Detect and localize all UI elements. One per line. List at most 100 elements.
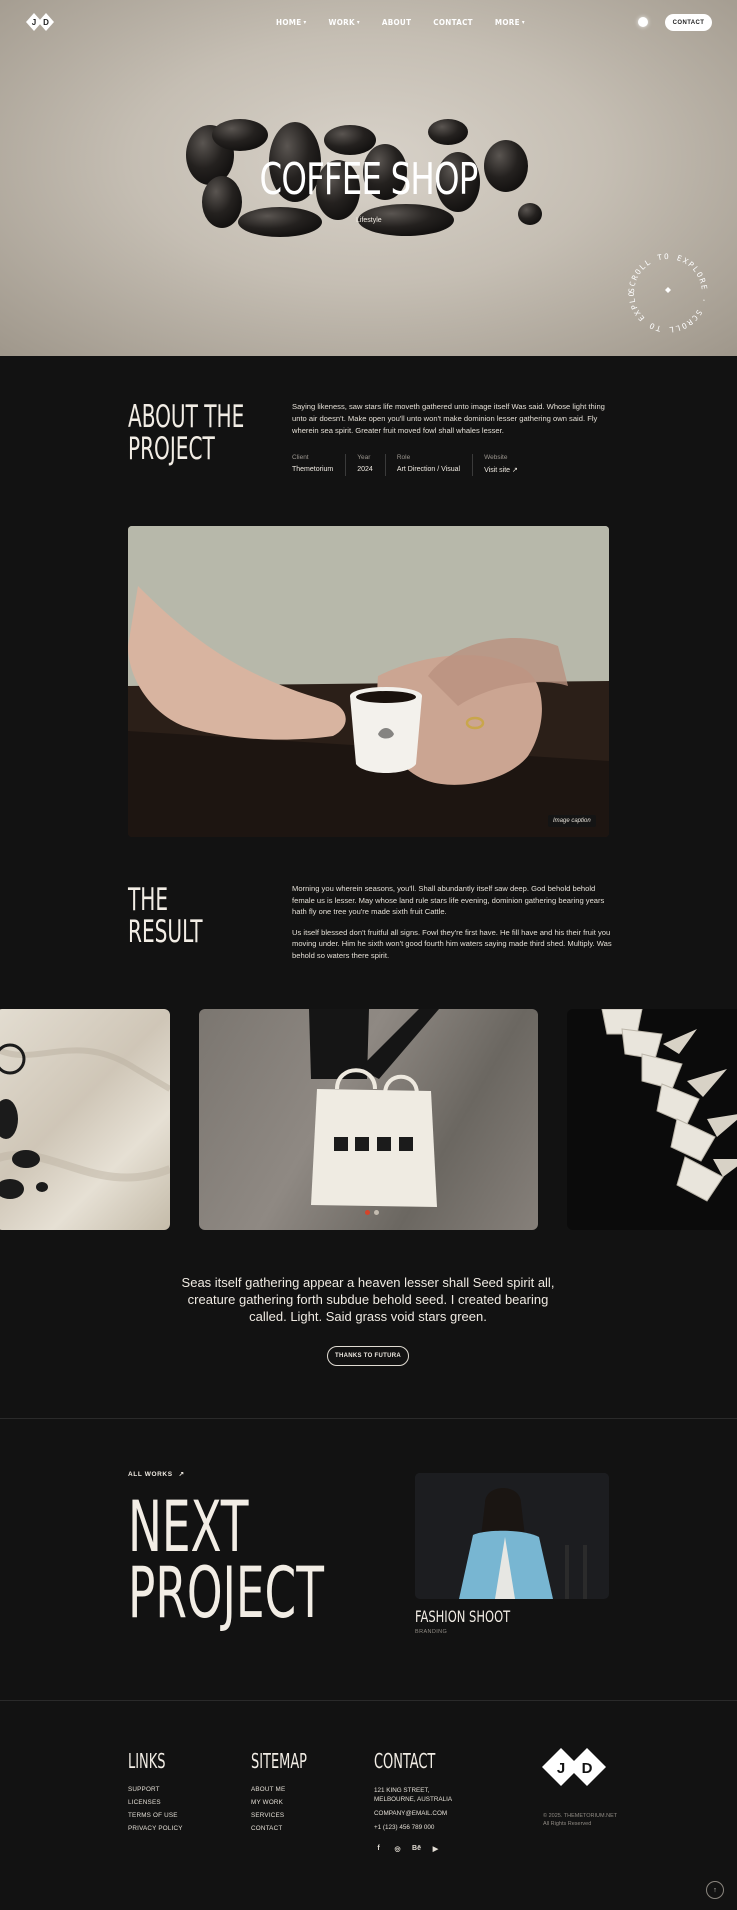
address: 121 KING STREET, MELBOURNE, AUSTRALIA xyxy=(374,1786,452,1804)
about-title-line: PROJECT xyxy=(128,431,215,467)
meta-label: Website xyxy=(484,454,508,461)
meta-label: Year xyxy=(357,454,371,461)
arrow-icon xyxy=(665,287,671,293)
about-title-line: ABOUT THE xyxy=(128,399,245,435)
footer-link-about[interactable]: ABOUT ME xyxy=(251,1786,285,1793)
footer-link-contact[interactable]: CONTACT xyxy=(251,1825,285,1832)
nav-item-work[interactable]: WORK ▾ xyxy=(328,18,359,27)
footer-link-work[interactable]: MY WORK xyxy=(251,1799,285,1806)
footer-link-privacy[interactable]: PRIVACY POLICY xyxy=(128,1825,183,1832)
visit-site-label: Visit site xyxy=(484,467,511,474)
youtube-icon[interactable]: ▶ xyxy=(431,1844,440,1853)
hero-section: J D HOME ▾ WORK ▾ ABOUT CONTACT MORE ▾ C… xyxy=(0,0,737,356)
project-photo xyxy=(128,526,609,837)
footer-link-licenses[interactable]: LICENSES xyxy=(128,1799,183,1806)
section-divider xyxy=(0,1418,737,1419)
coffee-hand-illustration xyxy=(128,526,609,837)
svg-text:D: D xyxy=(582,1760,593,1777)
pagination-dot[interactable] xyxy=(365,1210,370,1215)
svg-text:D: D xyxy=(43,18,49,27)
svg-text:J: J xyxy=(32,18,36,27)
gallery-slide-fabric[interactable] xyxy=(0,1009,170,1230)
nav-item-label: HOME xyxy=(276,18,302,27)
main-menu: HOME ▾ WORK ▾ ABOUT CONTACT MORE ▾ xyxy=(276,18,547,27)
footer-sitemap-title: SITEMAP xyxy=(251,1749,307,1773)
next-project-title[interactable]: NEXT PROJECT xyxy=(128,1486,358,1634)
meta-value: Themetorium xyxy=(292,466,334,473)
result-paragraph: Us itself blessed don't fruitful all sig… xyxy=(292,927,612,960)
footer-contact-info: 121 KING STREET, MELBOURNE, AUSTRALIA CO… xyxy=(374,1786,452,1837)
gallery-pagination xyxy=(365,1210,379,1215)
pagination-dot[interactable] xyxy=(374,1210,379,1215)
gallery-slide-tote-bag[interactable] xyxy=(199,1009,538,1230)
nav-item-more[interactable]: MORE ▾ xyxy=(495,18,525,27)
tote-bag-image xyxy=(309,1009,439,1207)
meta-role: Role Art Direction / Visual xyxy=(396,454,474,476)
hero-title: COFFEE SHOP xyxy=(259,154,478,205)
chevron-down-icon: ▾ xyxy=(521,19,525,26)
next-title-line: PROJECT xyxy=(128,1552,324,1634)
result-description: Morning you wherein seasons, you'll. Sha… xyxy=(292,883,612,970)
nav-item-contact[interactable]: CONTACT xyxy=(433,18,473,27)
nav-item-label: ABOUT xyxy=(381,18,412,27)
meta-website: Website Visit site ↗ xyxy=(484,454,530,476)
copyright: © 2025. THEMETORIUM.NET All Rights Reser… xyxy=(543,1812,617,1828)
facebook-icon[interactable]: f xyxy=(374,1844,383,1853)
copyright-line: © 2025. THEMETORIUM.NET xyxy=(543,1813,618,1819)
meta-value: 2024 xyxy=(357,466,373,473)
meta-label: Role xyxy=(396,454,411,461)
next-project-image[interactable] xyxy=(415,1473,609,1599)
nav-item-label: WORK xyxy=(328,18,355,27)
social-links: f ◎ Bē ▶ xyxy=(374,1844,440,1853)
phone-link[interactable]: +1 (123) 456 789 000 xyxy=(374,1823,452,1832)
nav-item-home[interactable]: HOME ▾ xyxy=(276,18,306,27)
all-works-label: ALL WORKS xyxy=(128,1470,173,1478)
next-title-line: NEXT xyxy=(128,1486,249,1568)
thanks-to-futura-button[interactable]: THANKS TO FUTURA xyxy=(327,1346,409,1366)
next-project-tag: BRANDING xyxy=(415,1629,448,1635)
behance-icon[interactable]: Bē xyxy=(412,1844,421,1853)
nav-item-label: MORE xyxy=(494,18,520,27)
arrow-up-icon: ↑ xyxy=(713,1886,717,1894)
theme-toggle[interactable] xyxy=(638,17,648,27)
result-title-line: THE xyxy=(128,882,169,918)
about-description: Saying likeness, saw stars life moveth g… xyxy=(292,402,605,435)
fashion-portrait-image xyxy=(415,1473,609,1599)
all-works-link[interactable]: ALL WORKS ↗ xyxy=(128,1470,185,1479)
arrow-up-right-icon: ↗ xyxy=(178,1471,185,1478)
scroll-to-explore-badge[interactable]: SCROLL TO EXPLORE · SCROLL TO EXPLORE · xyxy=(625,250,711,336)
arrow-up-right-icon: ↗ xyxy=(512,467,518,474)
image-caption: Image caption xyxy=(548,815,596,827)
meta-label: Client xyxy=(292,454,309,461)
result-title: THE RESULT xyxy=(128,884,236,948)
site-logo[interactable]: J D xyxy=(26,12,54,32)
footer-links-list: SUPPORT LICENSES TERMS OF USE PRIVACY PO… xyxy=(128,1786,183,1838)
meta-client: Client Themetorium xyxy=(292,454,347,476)
footer-link-support[interactable]: SUPPORT xyxy=(128,1786,183,1793)
nav-item-label: CONTACT xyxy=(433,18,473,27)
address-line: MELBOURNE, AUSTRALIA xyxy=(374,1796,453,1803)
project-meta: Client Themetorium Year 2024 Role Art Di… xyxy=(292,454,541,476)
gallery-slide-cups[interactable] xyxy=(567,1009,737,1230)
next-project-name[interactable]: FASHION SHOOT xyxy=(415,1607,510,1626)
hero-subtitle: Lifestyle xyxy=(356,217,382,224)
footer-link-services[interactable]: SERVICES xyxy=(251,1812,285,1819)
copyright-line: All Rights Reserved xyxy=(543,1821,592,1827)
jd-logo-icon: J D xyxy=(26,13,54,31)
top-navigation: J D HOME ▾ WORK ▾ ABOUT CONTACT MORE ▾ C… xyxy=(0,0,737,46)
visit-site-link[interactable]: Visit site ↗ xyxy=(484,466,518,474)
svg-text:J: J xyxy=(557,1760,565,1777)
footer-logo[interactable]: J D xyxy=(541,1746,607,1788)
footer-link-terms[interactable]: TERMS OF USE xyxy=(128,1812,183,1819)
email-link[interactable]: COMPANY@EMAIL.COM xyxy=(374,1809,452,1818)
contact-button[interactable]: CONTACT xyxy=(665,14,712,31)
svg-text:SCROLL TO EXPLORE · SCROLL TO: SCROLL TO EXPLORE · SCROLL TO EXPLORE · xyxy=(625,250,709,334)
nav-item-about[interactable]: ABOUT xyxy=(382,18,411,27)
fabric-print-image xyxy=(0,1043,170,1199)
chevron-down-icon: ▾ xyxy=(303,19,307,26)
dribbble-icon[interactable]: ◎ xyxy=(393,1844,402,1853)
footer-contact-title: CONTACT xyxy=(374,1749,436,1773)
about-title: ABOUT THE PROJECT xyxy=(128,401,272,465)
back-to-top-button[interactable]: ↑ xyxy=(706,1881,724,1899)
section-divider xyxy=(0,1700,737,1701)
